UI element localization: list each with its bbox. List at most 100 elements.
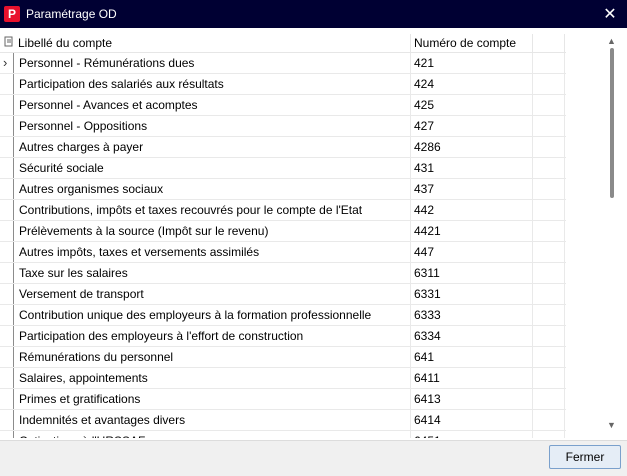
cell-libelle[interactable]: Cotisations à l'URSSAF (19, 434, 145, 438)
table-row[interactable]: Autres organismes sociaux 437 (0, 179, 566, 200)
table-row[interactable]: Prélèvements à la source (Impôt sur le r… (0, 221, 566, 242)
table-row[interactable]: Indemnités et avantages divers 6414 (0, 410, 566, 431)
row-indicator[interactable] (0, 158, 14, 178)
cell-numero[interactable]: 427 (414, 119, 434, 133)
column-header-libelle[interactable]: Libellé du compte (18, 36, 112, 50)
row-indicator[interactable] (0, 95, 14, 115)
cell-numero[interactable]: 6333 (414, 308, 441, 322)
table-row[interactable]: Sécurité sociale 431 (0, 158, 566, 179)
cell-libelle[interactable]: Autres charges à payer (19, 140, 143, 154)
cell-libelle[interactable]: Salaires, appointements (19, 371, 148, 385)
content-area: Libellé du compte Numéro de compte › Pers… (0, 28, 627, 440)
column-divider[interactable] (410, 34, 411, 52)
row-indicator[interactable] (0, 284, 14, 304)
row-indicator[interactable] (0, 389, 14, 409)
row-indicator[interactable] (0, 305, 14, 325)
cell-libelle[interactable]: Versement de transport (19, 287, 144, 301)
cell-libelle[interactable]: Prélèvements à la source (Impôt sur le r… (19, 224, 268, 238)
cell-libelle[interactable]: Personnel - Oppositions (19, 119, 147, 133)
cell-libelle[interactable]: Personnel - Rémunérations dues (19, 56, 194, 70)
cell-divider (410, 179, 411, 199)
cell-divider (532, 53, 533, 73)
row-indicator[interactable] (0, 347, 14, 367)
row-indicator[interactable] (0, 179, 14, 199)
cell-libelle[interactable]: Primes et gratifications (19, 392, 140, 406)
cell-numero[interactable]: 424 (414, 77, 434, 91)
cell-numero[interactable]: 431 (414, 161, 434, 175)
cell-numero[interactable]: 6411 (414, 371, 440, 385)
table-row[interactable]: Autres charges à payer 4286 (0, 137, 566, 158)
dialog-window: P Paramétrage OD ✕ Libellé du compte Num… (0, 0, 627, 476)
row-indicator[interactable] (0, 221, 14, 241)
cell-divider (410, 74, 411, 94)
cell-numero[interactable]: 437 (414, 182, 434, 196)
vertical-scrollbar[interactable]: ▲ ▼ (603, 34, 621, 434)
cell-divider (532, 242, 533, 262)
table-row[interactable]: › Personnel - Rémunérations dues 421 (0, 53, 566, 74)
cell-libelle[interactable]: Indemnités et avantages divers (19, 413, 185, 427)
cell-divider (532, 137, 533, 157)
table-row[interactable]: Versement de transport 6331 (0, 284, 566, 305)
scrollbar-thumb[interactable] (610, 48, 614, 198)
cell-numero[interactable]: 6311 (414, 266, 440, 280)
cell-numero[interactable]: 6451 (414, 434, 441, 438)
cell-divider (410, 263, 411, 283)
cell-divider (564, 200, 565, 220)
cell-numero[interactable]: 641 (414, 350, 434, 364)
row-indicator[interactable] (0, 410, 14, 430)
table-row[interactable]: Contribution unique des employeurs à la … (0, 305, 566, 326)
table-row[interactable]: Rémunérations du personnel 641 (0, 347, 566, 368)
column-divider[interactable] (532, 34, 533, 52)
cell-libelle[interactable]: Personnel - Avances et acomptes (19, 98, 198, 112)
cell-libelle[interactable]: Autres organismes sociaux (19, 182, 163, 196)
scroll-up-icon[interactable]: ▲ (607, 36, 616, 46)
table-row[interactable]: Salaires, appointements 6411 (0, 368, 566, 389)
cell-libelle[interactable]: Autres impôts, taxes et versements assim… (19, 245, 259, 259)
cell-numero[interactable]: 6413 (414, 392, 441, 406)
cell-numero[interactable]: 6331 (414, 287, 441, 301)
row-indicator[interactable] (0, 200, 14, 220)
cell-libelle[interactable]: Taxe sur les salaires (19, 266, 128, 280)
row-indicator[interactable] (0, 242, 14, 262)
cell-numero[interactable]: 6334 (414, 329, 441, 343)
cell-numero[interactable]: 447 (414, 245, 434, 259)
cell-divider (564, 158, 565, 178)
table-row[interactable]: Contributions, impôts et taxes recouvrés… (0, 200, 566, 221)
cell-numero[interactable]: 442 (414, 203, 434, 217)
table-row[interactable]: Participation des salariés aux résultats… (0, 74, 566, 95)
row-indicator[interactable] (0, 74, 14, 94)
cell-libelle[interactable]: Participation des salariés aux résultats (19, 77, 224, 91)
table-row[interactable]: Taxe sur les salaires 6311 (0, 263, 566, 284)
cell-libelle[interactable]: Sécurité sociale (19, 161, 104, 175)
table-row[interactable]: Participation des employeurs à l'effort … (0, 326, 566, 347)
table-row[interactable]: Primes et gratifications 6413 (0, 389, 566, 410)
cell-numero[interactable]: 4286 (414, 140, 441, 154)
scroll-down-icon[interactable]: ▼ (607, 420, 616, 430)
table-row[interactable]: Personnel - Avances et acomptes 425 (0, 95, 566, 116)
cell-libelle[interactable]: Contribution unique des employeurs à la … (19, 308, 371, 322)
window-close-button[interactable]: ✕ (593, 0, 627, 28)
row-indicator[interactable] (0, 263, 14, 283)
row-indicator[interactable] (0, 137, 14, 157)
cell-libelle[interactable]: Participation des employeurs à l'effort … (19, 329, 303, 343)
table-row[interactable]: Cotisations à l'URSSAF 6451 (0, 431, 566, 438)
column-header-numero[interactable]: Numéro de compte (414, 36, 516, 50)
cell-numero[interactable]: 425 (414, 98, 434, 112)
accounts-grid[interactable]: Libellé du compte Numéro de compte › Pers… (0, 34, 566, 438)
row-indicator[interactable] (0, 116, 14, 136)
row-indicator[interactable] (0, 431, 14, 438)
cell-numero[interactable]: 421 (414, 56, 434, 70)
cell-libelle[interactable]: Rémunérations du personnel (19, 350, 173, 364)
column-chooser-icon[interactable] (4, 36, 14, 48)
row-indicator[interactable] (0, 326, 14, 346)
cell-libelle[interactable]: Contributions, impôts et taxes recouvrés… (19, 203, 362, 217)
table-row[interactable]: Personnel - Oppositions 427 (0, 116, 566, 137)
cell-numero[interactable]: 4421 (414, 224, 441, 238)
close-button[interactable]: Fermer (549, 445, 621, 469)
cell-numero[interactable]: 6414 (414, 413, 441, 427)
dialog-footer: Fermer (0, 440, 627, 476)
row-indicator[interactable] (0, 368, 14, 388)
table-row[interactable]: Autres impôts, taxes et versements assim… (0, 242, 566, 263)
row-indicator[interactable]: › (0, 53, 14, 73)
current-row-arrow-icon: › (3, 55, 8, 70)
